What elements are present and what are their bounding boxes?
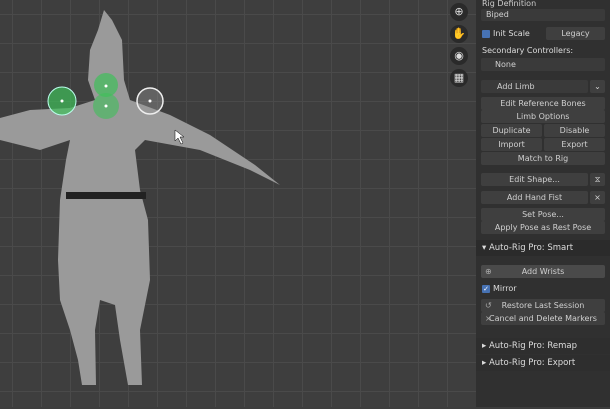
add-limb-expand-button[interactable]: ⌄ [590,80,605,93]
limb-options-label: Limb Options [516,112,570,121]
duplicate-label: Duplicate [492,126,531,135]
add-limb-dropdown[interactable]: Add Limb [481,80,588,93]
camera-icon[interactable]: ◉ [450,47,468,65]
mirror-label: Mirror [493,284,517,293]
restore-last-session-button[interactable]: ↺ Restore Last Session [481,299,605,312]
mirror-shape-icon[interactable]: ⧖ [590,173,605,186]
set-pose-button[interactable]: Set Pose... [481,208,605,221]
secondary-controllers-label: Secondary Controllers: [482,46,574,55]
restore-last-session-label: Restore Last Session [501,301,585,310]
history-icon: ↺ [485,301,492,310]
smart-header-label: Auto-Rig Pro: Smart [488,243,574,253]
rig-definition-label: Rig Definition [482,0,537,8]
edit-shape-label: Edit Shape... [509,175,560,184]
3d-viewport[interactable]: ⊕ ✋ ◉ ▦ [0,0,476,407]
export-button[interactable]: Export [544,138,605,151]
add-wrists-label: Add Wrists [521,267,565,276]
close-icon[interactable]: × [590,191,605,204]
duplicate-button[interactable]: Duplicate [481,124,542,137]
disable-button[interactable]: Disable [544,124,605,137]
rig-type-dropdown[interactable]: Biped [481,9,605,21]
init-scale-checkbox[interactable]: Init Scale [482,29,530,38]
init-scale-label: Init Scale [493,29,530,38]
belt [66,192,146,199]
grid-icon[interactable]: ▦ [450,69,468,87]
checkbox-icon [482,29,490,38]
secondary-controllers-dropdown[interactable]: None [481,58,605,71]
limb-options-button[interactable]: Limb Options [481,110,605,123]
match-to-rig-label: Match to Rig [517,154,569,163]
hand-pan-icon[interactable]: ✋ [450,25,468,43]
edit-shape-button[interactable]: Edit Shape... [481,173,588,186]
add-limb-label: Add Limb [497,82,535,91]
mirror-checkbox[interactable]: ✓ Mirror [482,284,517,293]
legacy-button[interactable]: Legacy [546,27,605,40]
remap-panel-header[interactable]: ▸ Auto-Rig Pro: Remap [476,338,610,354]
smart-panel-header[interactable]: ▾ Auto-Rig Pro: Smart [476,240,610,256]
apply-pose-label: Apply Pose as Rest Pose [494,223,592,232]
plus-circle-icon: ⊕ [485,267,492,276]
cancel-delete-markers-button[interactable]: × Cancel and Delete Markers [481,312,605,325]
edit-reference-bones-button[interactable]: Edit Reference Bones [481,97,605,110]
zoom-icon[interactable]: ⊕ [450,3,468,21]
close-icon: × [485,314,492,323]
match-to-rig-button[interactable]: Match to Rig [481,152,605,165]
apply-pose-button[interactable]: Apply Pose as Rest Pose [481,221,605,234]
edit-reference-bones-label: Edit Reference Bones [500,99,586,108]
export-label: Export [561,140,588,149]
legacy-label: Legacy [561,29,590,38]
remap-header-label: Auto-Rig Pro: Remap [488,341,577,351]
import-label: Import [498,140,525,149]
secondary-controllers-value: None [495,60,516,69]
cancel-delete-markers-label: Cancel and Delete Markers [489,314,597,323]
add-hand-fist-button[interactable]: Add Hand Fist [481,191,588,204]
add-hand-fist-label: Add Hand Fist [506,193,563,202]
import-button[interactable]: Import [481,138,542,151]
checkmark-icon: ✓ [482,284,490,293]
bone-markers[interactable] [47,73,164,119]
export-panel-header[interactable]: ▸ Auto-Rig Pro: Export [476,355,610,371]
disable-label: Disable [559,126,590,135]
set-pose-label: Set Pose... [522,210,564,219]
export-header-label: Auto-Rig Pro: Export [488,358,576,368]
sidebar-panel: Rig Definition Biped Init Scale Legacy S… [476,0,610,407]
character-model [0,10,280,385]
add-wrists-button[interactable]: ⊕ Add Wrists [481,265,605,278]
rig-type-value: Biped [486,10,509,19]
